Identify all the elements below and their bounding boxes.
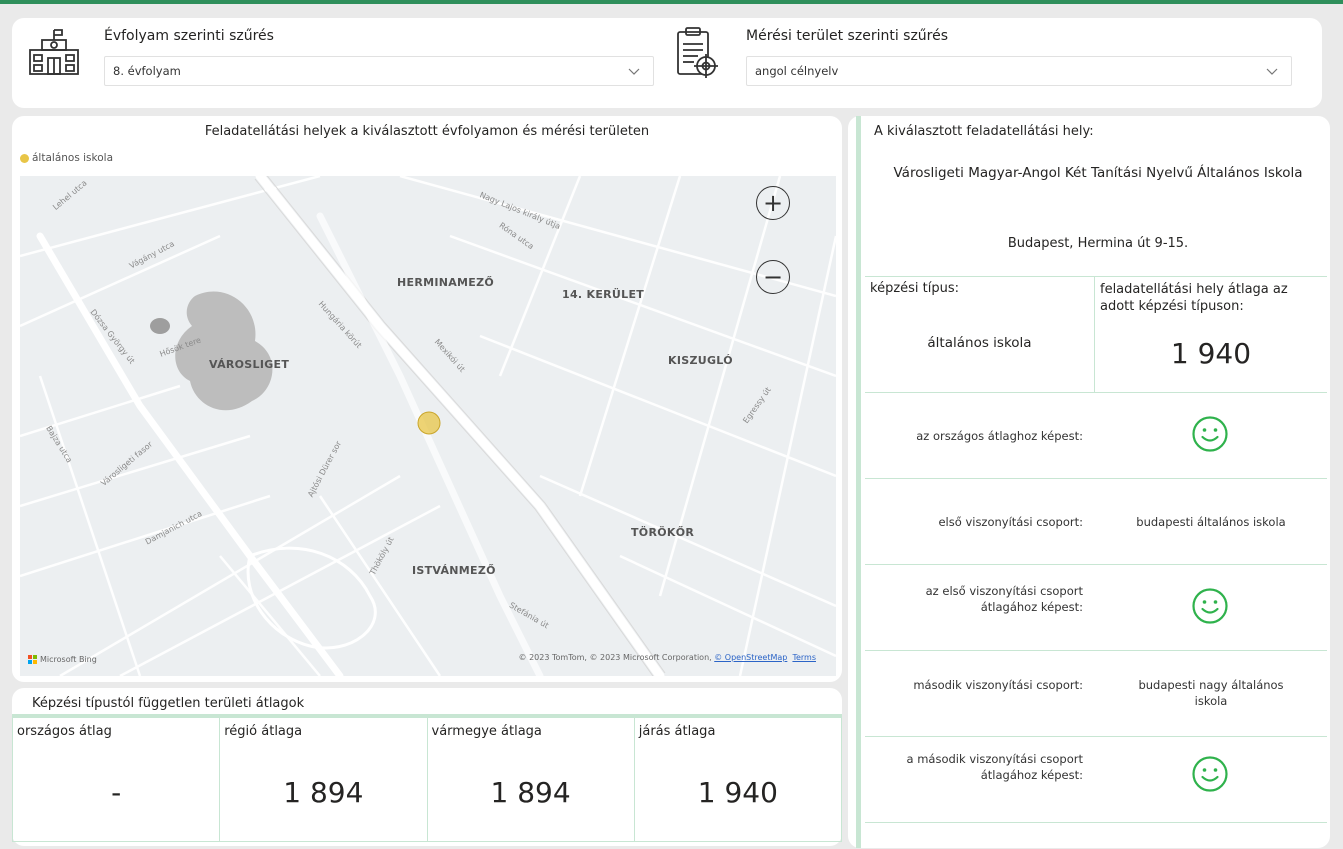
osm-link[interactable]: © OpenStreetMap <box>714 653 787 662</box>
type-average-row: képzési típus: általános iskola feladate… <box>865 277 1327 393</box>
district-label: ISTVÁNMEZŐ <box>412 564 496 577</box>
group2-compare-label: a második viszonyítási csoport átlagához… <box>906 752 1083 782</box>
type-value: általános iskola <box>927 335 1032 351</box>
type-label: képzési típus: <box>870 281 960 296</box>
card-value: 1 894 <box>283 776 364 809</box>
district-label: TÖRÖKŐR <box>631 526 695 539</box>
regional-averages-panel: Képzési típustól független területi átla… <box>12 688 842 846</box>
chevron-down-icon <box>1266 68 1278 75</box>
county-average-card: vármegye átlaga 1 894 <box>427 718 635 842</box>
grade-select[interactable]: 8. évfolyam <box>104 56 654 86</box>
national-compare-label-cell: az országos átlaghoz képest: <box>865 393 1095 478</box>
group1-row: első viszonyítási csoport: budapesti ált… <box>865 479 1327 565</box>
group2-label-cell: második viszonyítási csoport: <box>865 651 1095 736</box>
accent-bar <box>856 116 861 848</box>
area-select[interactable]: angol célnyelv <box>746 56 1292 86</box>
terms-link[interactable]: Terms <box>792 653 816 662</box>
card-label: régió átlaga <box>224 724 303 739</box>
school-average-label: feladatellátási hely átlaga az adott kép… <box>1100 282 1288 314</box>
card-value: 1 894 <box>490 776 571 809</box>
group2-compare-label-cell: a második viszonyítási csoport átlagához… <box>865 737 1095 822</box>
area-filter-title: Mérési terület szerinti szűrés <box>746 28 949 44</box>
card-value: 1 940 <box>697 776 778 809</box>
chevron-down-icon <box>628 68 640 75</box>
microsoft-logo-icon <box>28 655 37 664</box>
map-canvas[interactable]: HERMINAMEZŐ 14. KERÜLET VÁROSLIGET KISZU… <box>20 176 836 676</box>
map-provider: Microsoft Bing <box>40 655 97 664</box>
school-address: Budapest, Hermina út 9-15. <box>1007 236 1189 251</box>
area-filter: Mérési terület szerinti szűrés angol cél… <box>668 18 1308 108</box>
map-panel: Feladatellátási helyek a kiválasztott év… <box>12 116 842 682</box>
top-accent-line <box>0 0 1343 4</box>
card-label: járás átlaga <box>638 724 716 739</box>
clipboard-target-icon <box>677 27 718 78</box>
school-name: Városligeti Magyar-Angol Két Tanítási Ny… <box>893 165 1303 181</box>
zoom-in-button[interactable]: + <box>756 186 790 220</box>
group1-label-cell: első viszonyítási csoport: <box>865 479 1095 564</box>
smiley-face-icon <box>1192 756 1228 792</box>
group2-compare-icon-cell <box>1095 737 1327 822</box>
group1-compare-label: az első viszonyítási csoport átlagához k… <box>925 584 1083 614</box>
school-average-cell: feladatellátási hely átlaga az adott kép… <box>1095 277 1327 392</box>
school-average-value: 1 940 <box>1170 337 1252 370</box>
school-location-marker[interactable] <box>416 410 442 436</box>
group1-value: budapesti általános iskola <box>1136 515 1286 529</box>
district-average-card: járás átlaga 1 940 <box>634 718 842 842</box>
bing-logo: Microsoft Bing <box>28 655 97 664</box>
national-compare-label: az országos átlaghoz képest: <box>916 429 1083 443</box>
group2-row: második viszonyítási csoport: budapesti … <box>865 651 1327 737</box>
school-building-icon <box>29 29 79 75</box>
smiley-face-icon <box>1192 588 1228 624</box>
group1-compare-label-cell: az első viszonyítási csoport átlagához k… <box>865 565 1095 650</box>
attribution-text: © 2023 TomTom, © 2023 Microsoft Corporat… <box>518 653 715 662</box>
district-label: HERMINAMEZŐ <box>397 276 495 289</box>
group1-label: első viszonyítási csoport: <box>938 515 1083 529</box>
map-title: Feladatellátási helyek a kiválasztott év… <box>204 124 650 139</box>
filter-panel: Évfolyam szerinti szűrés 8. évfolyam Mér… <box>12 18 1322 108</box>
group2-value-cell: budapesti nagy általános iskola <box>1095 651 1327 736</box>
averages-title: Képzési típustól független területi átla… <box>32 696 305 711</box>
averages-table: országos átlag - régió átlaga 1 894 várm… <box>12 714 842 842</box>
grade-filter: Évfolyam szerinti szűrés 8. évfolyam <box>26 18 656 108</box>
selected-heading: A kiválasztott feladatellátási hely: <box>874 124 1094 139</box>
district-label: 14. KERÜLET <box>562 288 645 301</box>
district-label: KISZUGLÓ <box>668 354 733 367</box>
selected-school-panel: A kiválasztott feladatellátási hely: Vár… <box>848 116 1330 848</box>
group2-compare-row: a második viszonyítási csoport átlagához… <box>865 737 1327 823</box>
type-cell: képzési típus: általános iskola <box>865 277 1095 392</box>
smiley-face-icon <box>1192 416 1228 452</box>
national-compare-row: az országos átlaghoz képest: <box>865 393 1327 479</box>
card-label: országos átlag <box>17 724 112 739</box>
region-average-card: régió átlaga 1 894 <box>220 718 428 842</box>
group2-value: budapesti nagy általános iskola <box>1138 678 1284 708</box>
district-label: VÁROSLIGET <box>209 358 290 371</box>
group1-compare-row: az első viszonyítási csoport átlagához k… <box>865 565 1327 651</box>
group1-value-cell: budapesti általános iskola <box>1095 479 1327 564</box>
legend-dot <box>20 153 29 163</box>
area-select-value: angol célnyelv <box>755 64 839 78</box>
card-label: vármegye átlaga <box>431 724 542 739</box>
school-details-grid: képzési típus: általános iskola feladate… <box>865 276 1327 823</box>
legend-label: általános iskola <box>32 152 114 164</box>
zoom-out-button[interactable]: − <box>756 260 790 294</box>
grade-filter-title: Évfolyam szerinti szűrés <box>104 28 274 44</box>
grade-select-value: 8. évfolyam <box>113 64 181 78</box>
card-value: - <box>111 776 122 809</box>
map-legend: általános iskola <box>20 152 113 164</box>
national-compare-icon-cell <box>1095 393 1327 478</box>
map-attribution: © 2023 TomTom, © 2023 Microsoft Corporat… <box>519 653 816 662</box>
group2-label: második viszonyítási csoport: <box>913 678 1083 692</box>
national-average-card: országos átlag - <box>12 718 221 842</box>
group1-compare-icon-cell <box>1095 565 1327 650</box>
